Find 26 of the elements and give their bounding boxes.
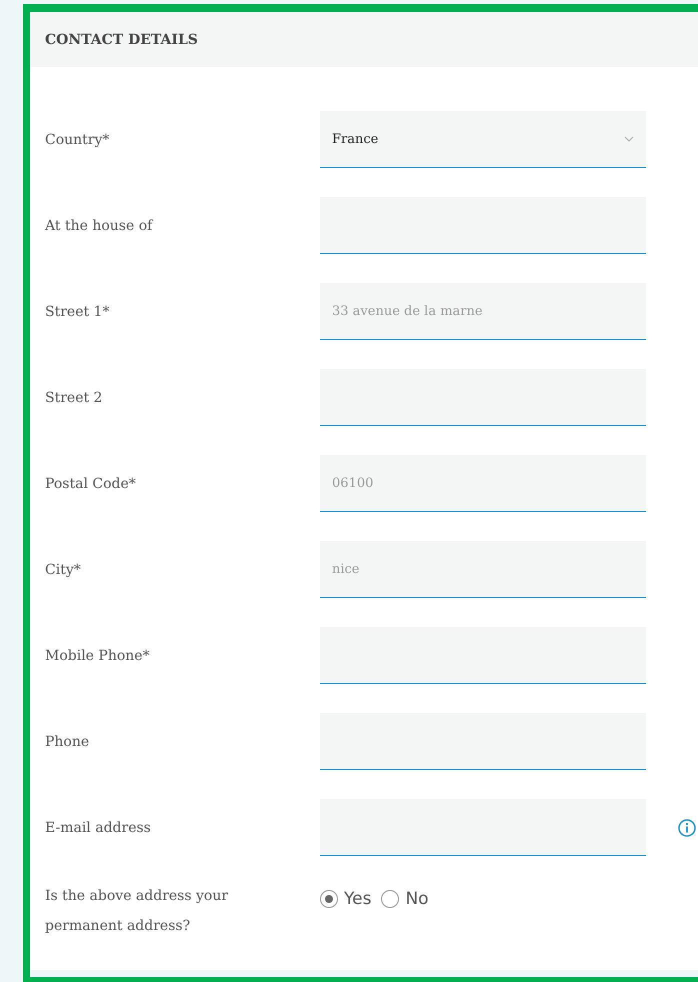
field-label: Street 1* — [45, 302, 110, 322]
input-field[interactable]: 06100 — [320, 455, 646, 512]
field-label: At the house of — [45, 216, 154, 236]
info-icon[interactable] — [678, 818, 696, 836]
section-title: CONTACT DETAILS — [45, 32, 198, 48]
input-field[interactable] — [320, 369, 646, 426]
field-label: Country* — [45, 130, 110, 150]
field-label: Phone — [45, 732, 90, 752]
input-field[interactable]: nice — [320, 541, 646, 598]
country-select[interactable]: France — [320, 111, 646, 168]
input-field[interactable]: 33 avenue de la marne — [320, 283, 646, 340]
question-label: Is the above address your permanent address? — [45, 887, 230, 936]
field-label: Street 2 — [45, 388, 104, 408]
radio-button[interactable] — [381, 890, 400, 908]
chevron-down-icon — [624, 136, 634, 142]
field-label: E-mail address — [45, 818, 152, 838]
input-field[interactable] — [320, 799, 646, 856]
field-label: Postal Code* — [45, 474, 137, 494]
radio-label[interactable]: Yes — [344, 889, 372, 909]
input-field[interactable] — [320, 627, 646, 684]
field-label: Mobile Phone* — [45, 646, 151, 666]
input-field[interactable] — [320, 713, 646, 770]
radio-label[interactable]: No — [405, 889, 429, 909]
input-field[interactable] — [320, 197, 646, 254]
field-label: City* — [45, 560, 82, 580]
radio-button[interactable] — [320, 890, 338, 908]
